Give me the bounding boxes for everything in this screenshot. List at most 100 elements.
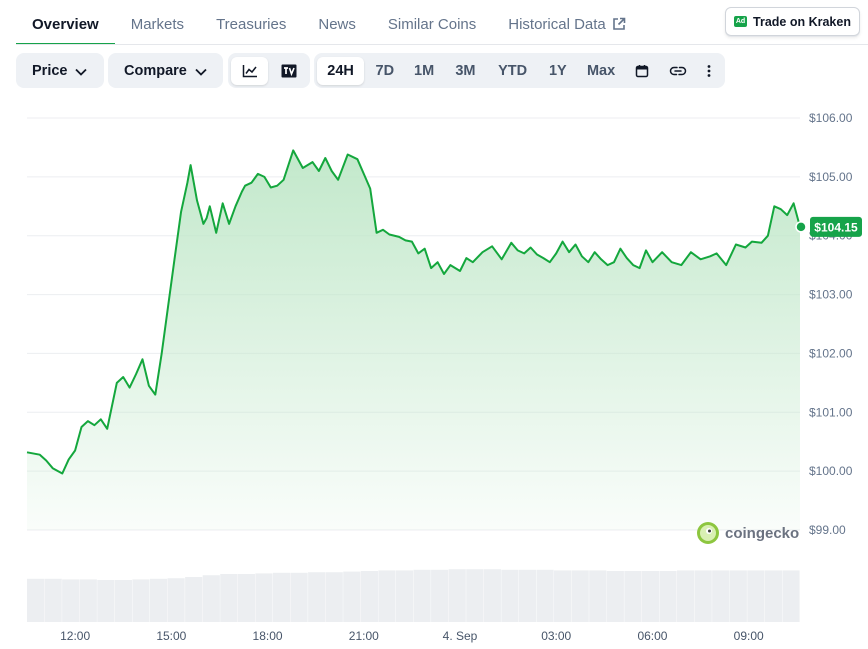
volume-bar bbox=[641, 571, 660, 622]
price-dropdown[interactable]: Price bbox=[16, 53, 104, 88]
volume-bar bbox=[712, 570, 730, 622]
x-tick-label: 4. Sep bbox=[443, 629, 478, 643]
more-vertical-icon bbox=[707, 64, 711, 77]
calendar-button[interactable] bbox=[626, 57, 659, 85]
line-chart-icon bbox=[242, 64, 257, 77]
volume-bar bbox=[518, 569, 537, 622]
y-tick-label: $100.00 bbox=[809, 464, 853, 478]
tab-label: News bbox=[318, 16, 356, 33]
volume-bar bbox=[589, 570, 607, 622]
tab-similar-coins[interactable]: Similar Coins bbox=[388, 0, 476, 43]
volume-bar bbox=[659, 571, 677, 622]
volume-bar bbox=[62, 579, 80, 622]
volume-bar bbox=[413, 569, 431, 622]
range-label: Max bbox=[586, 62, 616, 79]
volume-bar bbox=[501, 569, 519, 622]
volume-bar bbox=[782, 570, 800, 622]
coingecko-watermark: coingecko bbox=[697, 522, 799, 544]
trade-on-kraken-button[interactable]: Ad Trade on Kraken bbox=[725, 7, 860, 36]
volume-bar bbox=[79, 579, 97, 622]
tab-label: Historical Data bbox=[508, 16, 606, 33]
volume-bar bbox=[747, 570, 765, 622]
x-tick-label: 18:00 bbox=[253, 629, 283, 643]
tab-treasuries[interactable]: Treasuries bbox=[216, 0, 286, 43]
price-area-fill bbox=[27, 150, 800, 530]
range-max-button[interactable]: Max bbox=[578, 57, 623, 85]
range-7d-button[interactable]: 7D bbox=[366, 57, 403, 85]
volume-bar bbox=[97, 580, 115, 622]
compare-dropdown[interactable]: Compare bbox=[108, 53, 223, 88]
range-label: 7D bbox=[375, 62, 395, 79]
volume-bar bbox=[395, 570, 414, 622]
volume-bar bbox=[764, 570, 783, 622]
range-ytd-button[interactable]: YTD bbox=[488, 57, 537, 85]
ad-badge: Ad bbox=[734, 16, 748, 27]
tradingview-icon bbox=[281, 64, 296, 77]
tradingview-button[interactable] bbox=[270, 57, 307, 85]
volume-bar bbox=[694, 570, 712, 622]
time-range-bar: 24H 7D 1M 3M YTD 1Y Max bbox=[314, 53, 725, 88]
range-label: 24H bbox=[327, 62, 354, 79]
link-button[interactable] bbox=[661, 57, 694, 85]
volume-bar bbox=[237, 574, 255, 622]
volume-bar bbox=[202, 575, 220, 622]
compare-dropdown-label: Compare bbox=[124, 62, 187, 79]
volume-bar bbox=[255, 573, 273, 622]
range-label: 3M bbox=[455, 62, 476, 79]
volume-bar bbox=[554, 570, 572, 622]
volume-bar bbox=[677, 570, 695, 622]
volume-bar bbox=[290, 572, 308, 622]
tab-label: Overview bbox=[32, 16, 99, 33]
y-tick-label: $102.00 bbox=[809, 346, 853, 360]
y-tick-label: $99.00 bbox=[809, 523, 846, 537]
tab-overview[interactable]: Overview bbox=[16, 0, 115, 45]
volume-bar bbox=[448, 569, 466, 622]
volume-bar bbox=[536, 569, 554, 622]
external-link-icon bbox=[612, 17, 626, 35]
x-tick-label: 09:00 bbox=[734, 629, 764, 643]
price-dropdown-label: Price bbox=[32, 62, 68, 79]
y-tick-label: $105.00 bbox=[809, 170, 853, 184]
volume-bar bbox=[132, 579, 150, 622]
range-3m-button[interactable]: 3M bbox=[445, 57, 486, 85]
volume-bar bbox=[114, 580, 133, 622]
volume-bar bbox=[360, 571, 378, 622]
x-tick-label: 03:00 bbox=[541, 629, 571, 643]
x-tick-label: 21:00 bbox=[349, 629, 379, 643]
current-price-label: $104.15 bbox=[814, 220, 858, 234]
tab-news[interactable]: News bbox=[318, 0, 356, 43]
watermark-text: coingecko bbox=[725, 525, 799, 542]
range-label: YTD bbox=[498, 62, 528, 79]
tab-markets[interactable]: Markets bbox=[131, 0, 184, 43]
volume-bar bbox=[729, 570, 747, 622]
range-24h-button[interactable]: 24H bbox=[317, 56, 365, 85]
chevron-down-icon bbox=[195, 68, 207, 76]
range-label: 1M bbox=[414, 62, 435, 79]
current-price-marker: $104.15 bbox=[795, 216, 862, 237]
ad-button-label: Trade on Kraken bbox=[753, 14, 851, 29]
more-options-button[interactable] bbox=[696, 57, 722, 85]
y-tick-label: $101.00 bbox=[809, 405, 853, 419]
chevron-down-icon bbox=[75, 68, 88, 76]
tab-label: Markets bbox=[130, 16, 185, 33]
volume-bar bbox=[272, 572, 291, 622]
volume-bar bbox=[483, 569, 501, 622]
volume-bar bbox=[325, 572, 343, 622]
range-1y-button[interactable]: 1Y bbox=[539, 57, 576, 85]
volume-bars bbox=[27, 569, 800, 622]
range-1m-button[interactable]: 1M bbox=[405, 57, 442, 85]
volume-bar bbox=[378, 570, 396, 622]
volume-bar bbox=[44, 578, 62, 622]
price-chart[interactable]: $106.00$105.00$104.00$103.00$102.00$101.… bbox=[0, 100, 868, 649]
y-tick-label: $106.00 bbox=[809, 111, 853, 125]
line-chart-button[interactable] bbox=[231, 56, 268, 85]
chart-type-toggle bbox=[228, 53, 310, 88]
volume-bar bbox=[220, 574, 238, 622]
tab-historical-data[interactable]: Historical Data bbox=[508, 0, 626, 43]
volume-bar bbox=[431, 569, 449, 622]
x-tick-label: 15:00 bbox=[156, 629, 186, 643]
tab-label: Treasuries bbox=[216, 16, 287, 33]
volume-bar bbox=[308, 572, 326, 622]
range-label: 1Y bbox=[548, 62, 567, 79]
volume-bar bbox=[185, 577, 203, 622]
